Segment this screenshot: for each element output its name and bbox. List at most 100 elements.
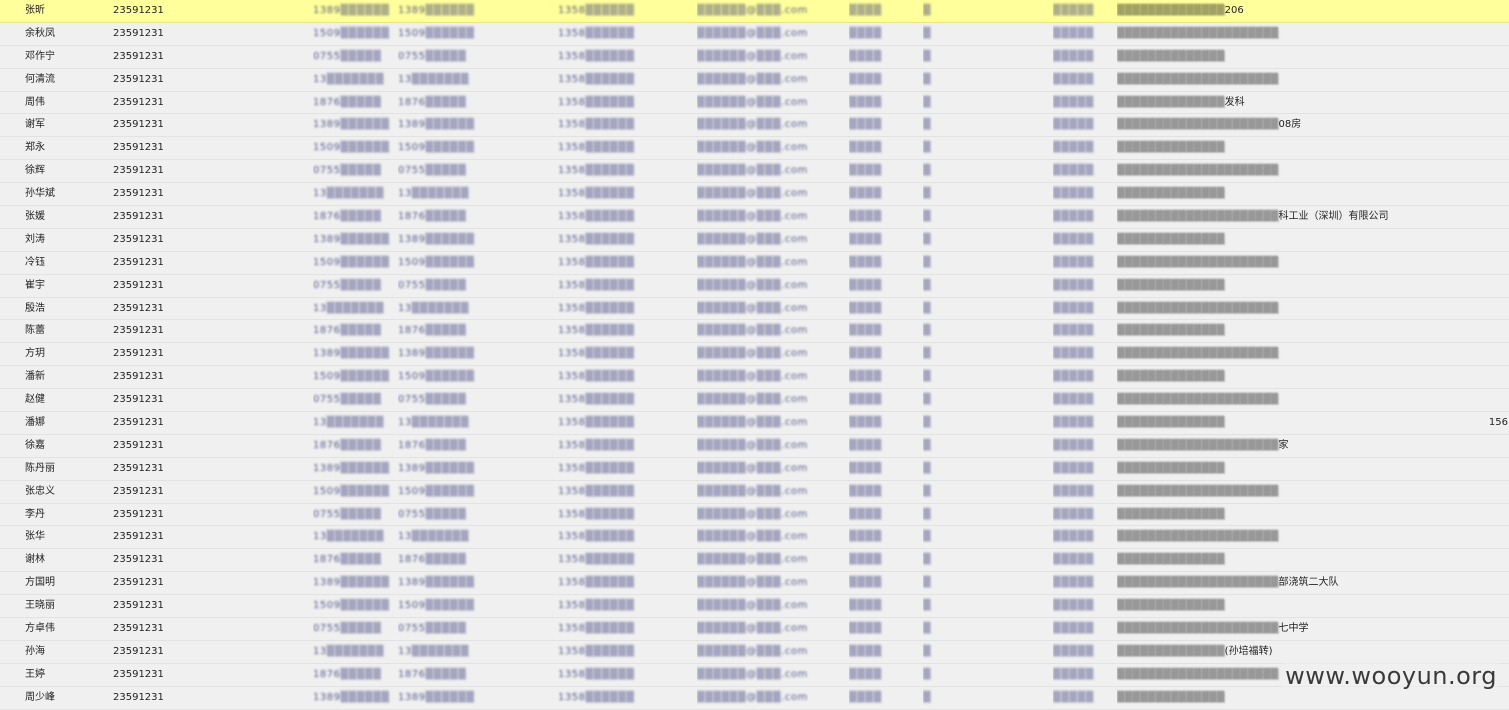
table-row[interactable]: 冷钰 23591231 1509▒▒▒▒▒▒ 1509▒▒▒▒▒▒ 1358▒▒▒▒▒▒… (0, 251, 1509, 275)
mobile-cell-redacted: 1358▒▒▒▒▒▒ (558, 256, 635, 268)
zip-cell-redacted: ▒▒▒▒▒ (1053, 188, 1094, 200)
address-redacted: ▒▒▒▒▒▒▒▒▒▒▒▒▒▒ (1117, 188, 1225, 200)
email-cell-redacted: ▒▒▒▒▒▒@▒▒▒.com (697, 211, 808, 223)
table-row[interactable]: 潘娜 23591231 13▒▒▒▒▒▒▒ 13▒▒▒▒▒▒▒ 1358▒▒▒▒▒▒ ▒▒… (0, 412, 1509, 435)
flag-cell-redacted: ▒ (923, 142, 932, 154)
code-cell-redacted: ▒▒▒▒ (849, 142, 882, 154)
phone-cell-redacted: 13▒▒▒▒▒▒▒ (313, 645, 385, 657)
email-cell-redacted: ▒▒▒▒▒▒@▒▒▒.com (697, 5, 808, 16)
flag-cell-redacted: ▒ (923, 645, 932, 657)
phone-cell-redacted: 0755▒▒▒▒▒ (313, 508, 382, 520)
phone2-cell-redacted: 1389▒▒▒▒▒▒ (398, 5, 475, 16)
flag-cell-redacted: ▒ (923, 439, 932, 451)
phone2-cell-redacted: 1876▒▒▒▒▒ (398, 96, 467, 108)
code-cell-redacted: ▒▒▒▒ (849, 371, 882, 383)
code-cell-redacted: ▒▒▒▒ (849, 256, 882, 268)
code-cell-redacted: ▒▒▒▒ (849, 531, 882, 543)
mobile-cell-redacted: 1358▒▒▒▒▒▒ (558, 691, 635, 703)
name-cell: 潘新 (25, 371, 45, 383)
zip-cell-redacted: ▒▒▒▒▒ (1053, 256, 1094, 268)
table-row[interactable]: 王晓丽 23591231 1509▒▒▒▒▒▒ 1509▒▒▒▒▒▒ 1358▒▒▒▒▒… (0, 595, 1509, 619)
table-row[interactable]: 殷浩 23591231 13▒▒▒▒▒▒▒ 13▒▒▒▒▒▒▒ 1358▒▒▒▒▒▒ ▒▒… (0, 297, 1509, 321)
table-row[interactable]: 方卓伟 23591231 0755▒▒▒▒▒ 0755▒▒▒▒▒ 1358▒▒▒▒▒▒ ▒… (0, 618, 1509, 641)
name-cell: 方国明 (25, 577, 55, 589)
address-cell: ▒▒▒▒▒▒▒▒▒▒▒▒▒▒发科 (1117, 92, 1447, 115)
table-row[interactable]: 张媛 23591231 1876▒▒▒▒▒ 1876▒▒▒▒▒ 1358▒▒▒▒▒▒ ▒▒… (0, 206, 1509, 229)
table-row[interactable]: 何清流 23591231 13▒▒▒▒▒▒▒ 13▒▒▒▒▒▒▒ 1358▒▒▒▒▒▒ ▒… (0, 68, 1509, 92)
address-redacted: ▒▒▒▒▒▒▒▒▒▒▒▒▒▒▒▒▒▒▒▒▒ (1117, 348, 1279, 360)
phone-cell-redacted: 1389▒▒▒▒▒▒ (313, 119, 390, 131)
code-cell-redacted: ▒▒▒▒ (849, 211, 882, 223)
email-cell-redacted: ▒▒▒▒▒▒@▒▒▒.com (697, 325, 808, 337)
phone-cell-redacted: 0755▒▒▒▒▒ (313, 623, 382, 635)
phone-cell-redacted: 1509▒▒▒▒▒▒ (313, 27, 390, 39)
table-row[interactable]: 邓作宁 23591231 0755▒▒▒▒▒ 0755▒▒▒▒▒ 1358▒▒▒▒▒▒ ▒… (0, 45, 1509, 69)
name-cell: 方卓伟 (25, 623, 55, 635)
address-tail: 科工业（深圳）有限公司 (1278, 211, 1389, 223)
address-cell: ▒▒▒▒▒▒▒▒▒▒▒▒▒▒▒▒▒▒▒▒▒ (1117, 23, 1447, 46)
flag-cell-redacted: ▒ (923, 325, 932, 337)
phone2-cell-redacted: 1509▒▒▒▒▒▒ (398, 27, 475, 39)
table-row[interactable]: 孙海 23591231 13▒▒▒▒▒▒▒ 13▒▒▒▒▒▒▒ 1358▒▒▒▒▒▒ ▒▒… (0, 640, 1509, 664)
table-row[interactable]: 崔宇 23591231 0755▒▒▒▒▒ 0755▒▒▒▒▒ 1358▒▒▒▒▒▒ ▒▒… (0, 274, 1509, 298)
zip-cell-redacted: ▒▒▒▒▒ (1053, 279, 1094, 291)
table-row[interactable]: 张华 23591231 13▒▒▒▒▒▒▒ 13▒▒▒▒▒▒▒ 1358▒▒▒▒▒▒ ▒▒… (0, 526, 1509, 550)
table-row[interactable]: 孙华斌 23591231 13▒▒▒▒▒▒▒ 13▒▒▒▒▒▒▒ 1358▒▒▒▒▒▒ ▒… (0, 183, 1509, 207)
table-row[interactable]: 周少峰 23591231 1389▒▒▒▒▒▒ 1389▒▒▒▒▒▒ 1358▒▒▒▒▒… (0, 686, 1509, 710)
table-row[interactable]: 谢军 23591231 1389▒▒▒▒▒▒ 1389▒▒▒▒▒▒ 1358▒▒▒▒▒▒… (0, 114, 1509, 138)
id-cell: 23591231 (113, 485, 164, 497)
id-cell: 23591231 (113, 96, 164, 108)
code-cell-redacted: ▒▒▒▒ (849, 96, 882, 108)
table-row[interactable]: 余秋凤 23591231 1509▒▒▒▒▒▒ 1509▒▒▒▒▒▒ 1358▒▒▒▒▒… (0, 22, 1509, 46)
table-row[interactable]: 徐辉 23591231 0755▒▒▒▒▒ 0755▒▒▒▒▒ 1358▒▒▒▒▒▒ ▒▒… (0, 160, 1509, 184)
id-cell: 23591231 (113, 165, 164, 177)
address-redacted: ▒▒▒▒▒▒▒▒▒▒▒▒▒▒▒▒▒▒▒▒▒ (1117, 531, 1279, 543)
code-cell-redacted: ▒▒▒▒ (849, 645, 882, 657)
phone2-cell-redacted: 13▒▒▒▒▒▒▒ (398, 188, 470, 200)
id-cell: 23591231 (113, 462, 164, 474)
code-cell-redacted: ▒▒▒▒ (849, 623, 882, 635)
flag-cell-redacted: ▒ (923, 165, 932, 177)
phone-cell-redacted: 0755▒▒▒▒▒ (313, 165, 382, 177)
table-row[interactable]: 张忠义 23591231 1509▒▒▒▒▒▒ 1509▒▒▒▒▒▒ 1358▒▒▒▒▒… (0, 480, 1509, 504)
table-row[interactable]: 方玥 23591231 1389▒▒▒▒▒▒ 1389▒▒▒▒▒▒ 1358▒▒▒▒▒▒… (0, 343, 1509, 367)
table-row[interactable]: 张昕 23591231 1389▒▒▒▒▒▒ 1389▒▒▒▒▒▒ 1358▒▒▒▒▒▒… (0, 0, 1509, 23)
name-cell: 王晓丽 (25, 600, 55, 612)
phone2-cell-redacted: 13▒▒▒▒▒▒▒ (398, 417, 470, 429)
table-row[interactable]: 潘新 23591231 1509▒▒▒▒▒▒ 1509▒▒▒▒▒▒ 1358▒▒▒▒▒▒… (0, 366, 1509, 390)
phone-cell-redacted: 0755▒▒▒▒▒ (313, 50, 382, 62)
table-row[interactable]: 方国明 23591231 1389▒▒▒▒▒▒ 1389▒▒▒▒▒▒ 1358▒▒▒▒▒… (0, 572, 1509, 596)
table-row[interactable]: 陈蕾 23591231 1876▒▒▒▒▒ 1876▒▒▒▒▒ 1358▒▒▒▒▒▒ ▒▒… (0, 320, 1509, 344)
table-row[interactable]: 徐嘉 23591231 1876▒▒▒▒▒ 1876▒▒▒▒▒ 1358▒▒▒▒▒▒ ▒▒… (0, 434, 1509, 458)
table-row[interactable]: 陈丹丽 23591231 1389▒▒▒▒▒▒ 1389▒▒▒▒▒▒ 1358▒▒▒▒▒… (0, 457, 1509, 481)
mobile-cell-redacted: 1358▒▒▒▒▒▒ (558, 233, 635, 245)
code-cell-redacted: ▒▒▒▒ (849, 554, 882, 566)
id-cell: 23591231 (113, 508, 164, 520)
table-row[interactable]: 李丹 23591231 0755▒▒▒▒▒ 0755▒▒▒▒▒ 1358▒▒▒▒▒▒ ▒▒… (0, 503, 1509, 527)
table-row[interactable]: 谢林 23591231 1876▒▒▒▒▒ 1876▒▒▒▒▒ 1358▒▒▒▒▒▒ ▒▒… (0, 549, 1509, 573)
address-cell: ▒▒▒▒▒▒▒▒▒▒▒▒▒▒▒▒▒▒▒▒▒ (1117, 252, 1447, 275)
watermark: www.wooyun.org (1283, 662, 1499, 690)
table-row[interactable]: 赵健 23591231 0755▒▒▒▒▒ 0755▒▒▒▒▒ 1358▒▒▒▒▒▒ ▒▒… (0, 389, 1509, 413)
address-redacted: ▒▒▒▒▒▒▒▒▒▒▒▒▒▒ (1117, 600, 1225, 612)
id-cell: 23591231 (113, 5, 164, 16)
name-cell: 何清流 (25, 73, 55, 85)
email-cell-redacted: ▒▒▒▒▒▒@▒▒▒.com (697, 439, 808, 451)
phone2-cell-redacted: 13▒▒▒▒▒▒▒ (398, 73, 470, 85)
address-redacted: ▒▒▒▒▒▒▒▒▒▒▒▒▒▒▒▒▒▒▒▒▒ (1117, 256, 1279, 268)
phone2-cell-redacted: 0755▒▒▒▒▒ (398, 394, 467, 406)
table-row[interactable]: 刘涛 23591231 1389▒▒▒▒▒▒ 1389▒▒▒▒▒▒ 1358▒▒▒▒▒▒… (0, 228, 1509, 252)
address-redacted: ▒▒▒▒▒▒▒▒▒▒▒▒▒▒▒▒▒▒▒▒▒ (1117, 165, 1279, 177)
table-row[interactable]: 周伟 23591231 1876▒▒▒▒▒ 1876▒▒▒▒▒ 1358▒▒▒▒▒▒ ▒▒… (0, 91, 1509, 115)
id-cell: 23591231 (113, 50, 164, 62)
mobile-cell-redacted: 1358▒▒▒▒▒▒ (558, 554, 635, 566)
address-redacted: ▒▒▒▒▒▒▒▒▒▒▒▒▒▒ (1117, 5, 1225, 16)
mobile-cell-redacted: 1358▒▒▒▒▒▒ (558, 119, 635, 131)
address-redacted: ▒▒▒▒▒▒▒▒▒▒▒▒▒▒ (1117, 645, 1225, 657)
table-row[interactable]: 郑永 23591231 1509▒▒▒▒▒▒ 1509▒▒▒▒▒▒ 1358▒▒▒▒▒▒… (0, 137, 1509, 161)
mobile-cell-redacted: 1358▒▒▒▒▒▒ (558, 668, 635, 680)
address-redacted: ▒▒▒▒▒▒▒▒▒▒▒▒▒▒▒▒▒▒▒▒▒ (1117, 623, 1279, 635)
phone2-cell-redacted: 1876▒▒▒▒▒ (398, 668, 467, 680)
id-cell: 23591231 (113, 211, 164, 223)
name-cell: 周伟 (25, 96, 45, 108)
